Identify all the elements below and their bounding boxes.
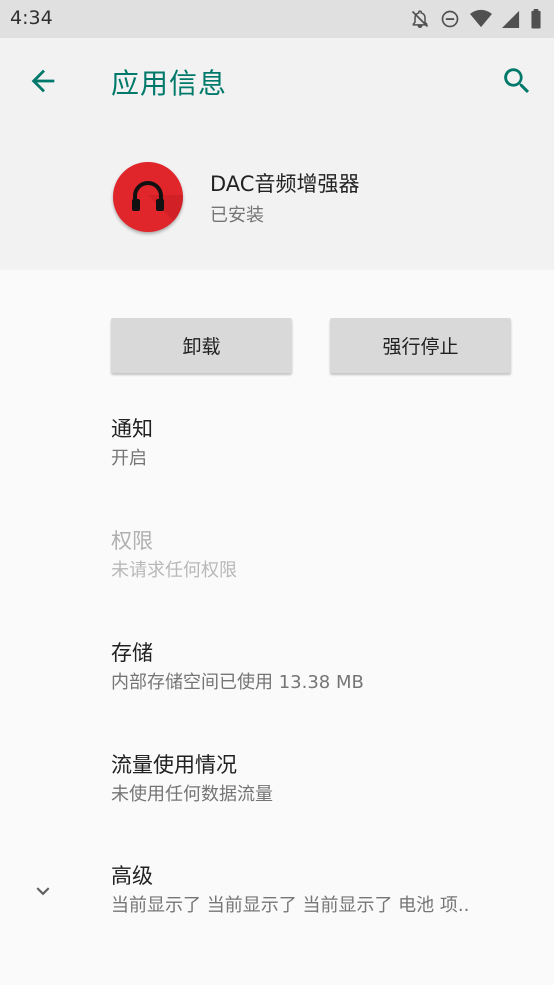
setting-title: 高级 xyxy=(111,864,153,888)
setting-summary: 未使用任何数据流量 xyxy=(111,784,273,805)
chevron-down-icon[interactable] xyxy=(30,878,56,904)
setting-data-usage[interactable]: 流量使用情况 未使用任何数据流量 xyxy=(111,751,531,808)
status-time: 4:34 xyxy=(10,7,53,29)
force-stop-button[interactable]: 强行停止 xyxy=(330,318,511,373)
setting-storage[interactable]: 存储 内部存储空间已使用 13.38 MB xyxy=(111,639,531,696)
status-icons xyxy=(410,8,542,30)
setting-summary: 开启 xyxy=(111,448,147,469)
setting-summary: 未请求任何权限 xyxy=(111,560,237,581)
setting-summary: 当前显示了 当前显示了 当前显示了 电池 项.. xyxy=(111,895,470,916)
back-button[interactable] xyxy=(26,64,60,98)
setting-summary: 内部存储空间已使用 13.38 MB xyxy=(111,672,364,693)
setting-permissions: 权限 未请求任何权限 xyxy=(111,527,531,584)
page-title: 应用信息 xyxy=(111,67,228,100)
wifi-icon xyxy=(470,9,492,29)
status-bar: 4:34 xyxy=(0,0,554,38)
setting-title: 流量使用情况 xyxy=(111,753,237,777)
arrow-back-icon xyxy=(26,69,60,102)
setting-title: 通知 xyxy=(111,417,153,441)
headphones-icon xyxy=(113,162,183,232)
do-not-disturb-icon xyxy=(440,9,460,29)
battery-icon xyxy=(530,9,542,29)
app-icon xyxy=(113,162,183,232)
search-icon xyxy=(500,68,534,102)
notifications-off-icon xyxy=(410,9,430,29)
signal-icon xyxy=(502,9,520,29)
uninstall-button[interactable]: 卸载 xyxy=(111,318,292,373)
setting-title: 存储 xyxy=(111,641,153,665)
search-button[interactable] xyxy=(500,64,534,98)
app-header: 应用信息 DAC音频增强器 已安装 xyxy=(0,38,554,270)
setting-notifications[interactable]: 通知 开启 xyxy=(111,415,531,472)
app-install-status: 已安装 xyxy=(210,205,264,226)
app-name: DAC音频增强器 xyxy=(210,172,360,196)
setting-title: 权限 xyxy=(111,529,153,553)
setting-advanced[interactable]: 高级 当前显示了 当前显示了 当前显示了 电池 项.. xyxy=(111,862,531,919)
